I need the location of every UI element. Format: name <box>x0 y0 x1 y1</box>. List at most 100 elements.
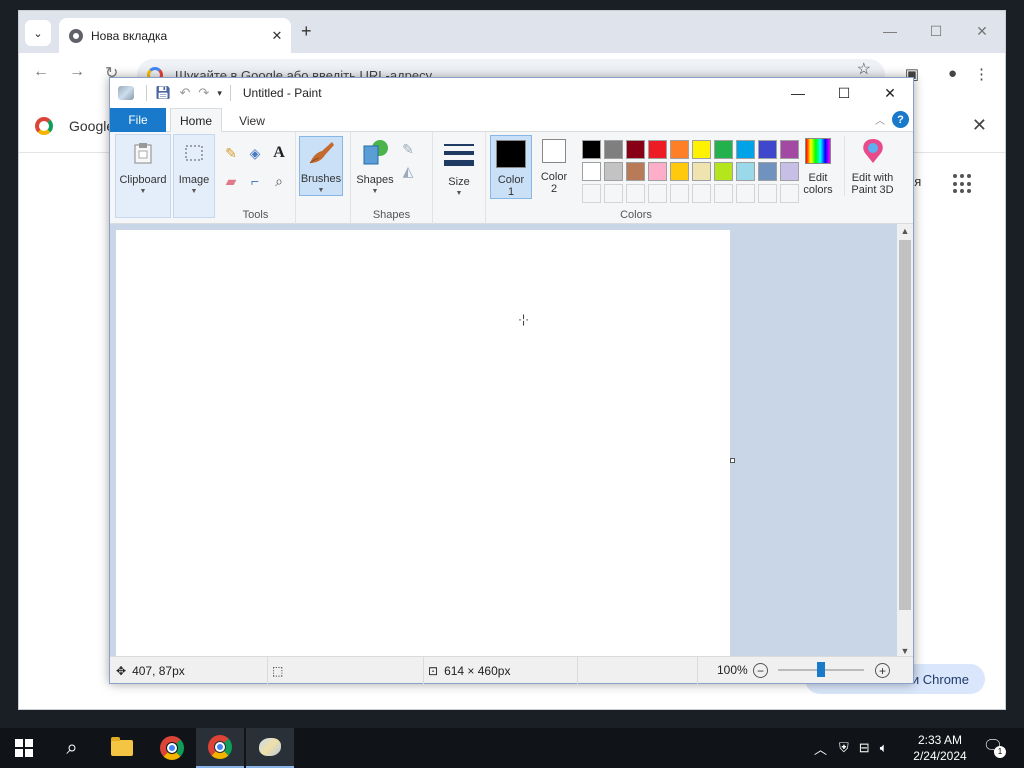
taskbar-file-explorer[interactable] <box>98 728 146 768</box>
security-icon[interactable]: ⛨ <box>839 740 849 756</box>
custom-color-slot[interactable] <box>692 184 711 203</box>
custom-color-slot[interactable] <box>780 184 799 203</box>
selection-icon: ⬚ <box>272 663 284 678</box>
start-button[interactable] <box>0 728 48 768</box>
palette-swatch[interactable] <box>692 162 711 181</box>
outline-icon[interactable]: ✎ <box>399 140 417 158</box>
canvas-area: ·¦· <box>110 224 899 658</box>
taskbar-chrome[interactable] <box>196 728 244 768</box>
close-icon[interactable]: ✕ <box>959 11 1005 51</box>
palette-swatch[interactable] <box>648 140 667 159</box>
paint-app-icon[interactable] <box>118 86 134 100</box>
profile-icon[interactable]: ● <box>948 65 957 82</box>
back-icon[interactable]: ← <box>33 63 49 81</box>
network-icon[interactable]: ⊟ <box>859 740 870 756</box>
forward-icon[interactable]: → <box>69 63 85 81</box>
text-icon[interactable]: A <box>270 144 288 162</box>
close-icon[interactable]: ✕ <box>867 78 913 108</box>
edit-colors-label-1: Edit <box>808 172 828 184</box>
file-tab[interactable]: File <box>110 108 166 132</box>
color-picker-icon[interactable]: ⌐ <box>246 172 264 190</box>
brushes-button[interactable]: Brushes ▼ <box>299 136 343 196</box>
help-icon[interactable]: ? <box>892 111 909 128</box>
pencil-icon[interactable]: ✎ <box>222 144 240 162</box>
image-button[interactable]: Image ▼ <box>174 138 214 198</box>
chrome-icon <box>208 735 232 759</box>
edit-colors-button[interactable]: Edit colors <box>798 136 838 196</box>
color2-button[interactable]: Color 2 <box>534 139 574 195</box>
chevron-down-icon: ▼ <box>371 188 379 195</box>
clipboard-button[interactable]: Clipboard ▼ <box>116 138 170 198</box>
shapes-button[interactable]: Shapes ▼ <box>355 138 395 198</box>
palette-swatch[interactable] <box>648 162 667 181</box>
chevron-up-icon[interactable]: ︿ <box>814 739 827 758</box>
bookmark-star-icon[interactable]: ☆ <box>857 59 871 79</box>
fill-icon[interactable]: ◈ <box>246 144 264 162</box>
taskbar-paint[interactable] <box>246 728 294 768</box>
scroll-up-icon[interactable]: ▲ <box>897 224 913 238</box>
view-tab[interactable]: View <box>232 108 272 133</box>
search-button[interactable]: ⌕ <box>48 728 96 768</box>
palette-swatch[interactable] <box>670 162 689 181</box>
custom-color-slot[interactable] <box>758 184 777 203</box>
clipboard-icon <box>128 138 158 168</box>
custom-color-slot[interactable] <box>714 184 733 203</box>
custom-color-slot[interactable] <box>736 184 755 203</box>
minimize-icon[interactable]: — <box>867 11 913 51</box>
maximize-icon[interactable]: ☐ <box>913 11 959 51</box>
custom-color-slot[interactable] <box>582 184 601 203</box>
palette-swatch[interactable] <box>736 140 755 159</box>
palette-swatch[interactable] <box>780 140 799 159</box>
palette-swatch[interactable] <box>692 140 711 159</box>
customize-qat-icon[interactable]: ▾ <box>217 88 222 99</box>
size-button[interactable]: Size ▼ <box>439 140 479 200</box>
magnifier-icon[interactable]: ⌕ <box>270 172 288 190</box>
resize-handle[interactable] <box>730 458 735 463</box>
custom-color-slot[interactable] <box>670 184 689 203</box>
apps-grid-icon[interactable] <box>953 174 973 194</box>
palette-swatch[interactable] <box>626 140 645 159</box>
taskbar-chrome-pinned[interactable] <box>148 728 196 768</box>
palette-swatch[interactable] <box>626 162 645 181</box>
zoom-slider-thumb[interactable] <box>817 662 825 677</box>
tab-search-button[interactable]: ⌄ <box>25 20 51 46</box>
custom-color-slot[interactable] <box>648 184 667 203</box>
palette-swatch[interactable] <box>780 162 799 181</box>
eraser-icon[interactable]: ▰ <box>222 172 240 190</box>
tab-close-icon[interactable]: ✕ <box>267 28 287 44</box>
palette-swatch[interactable] <box>714 162 733 181</box>
minimize-icon[interactable]: — <box>775 78 821 108</box>
scrollbar-thumb[interactable] <box>899 240 911 610</box>
palette-swatch[interactable] <box>714 140 733 159</box>
edit-paint3d-button[interactable]: Edit with Paint 3D <box>844 136 900 196</box>
color1-button[interactable]: Color 1 <box>490 135 532 199</box>
palette-swatch[interactable] <box>604 162 623 181</box>
chrome-tab[interactable]: Нова вкладка ✕ <box>59 18 291 53</box>
volume-icon[interactable]: 🔈︎ <box>880 740 888 756</box>
palette-swatch[interactable] <box>670 140 689 159</box>
palette-swatch[interactable] <box>758 162 777 181</box>
zoom-out-icon[interactable]: − <box>753 663 768 678</box>
palette-swatch[interactable] <box>758 140 777 159</box>
search-icon: ⌕ <box>66 736 78 759</box>
zoom-in-icon[interactable]: + <box>875 663 890 678</box>
custom-color-slot[interactable] <box>626 184 645 203</box>
palette-swatch[interactable] <box>736 162 755 181</box>
home-tab[interactable]: Home <box>170 108 222 133</box>
palette-swatch[interactable] <box>582 140 601 159</box>
new-tab-button[interactable]: + <box>301 21 312 42</box>
palette-swatch[interactable] <box>604 140 623 159</box>
drawing-canvas[interactable]: ·¦· <box>116 230 730 658</box>
undo-icon[interactable]: ↶ <box>180 85 191 101</box>
redo-icon[interactable]: ↷ <box>198 85 209 101</box>
infobar-close-icon[interactable]: ✕ <box>972 115 987 136</box>
clock[interactable]: 2:33 AM 2/24/2024 <box>906 732 974 764</box>
collapse-ribbon-icon[interactable]: ︿ <box>875 112 885 127</box>
custom-color-slot[interactable] <box>604 184 623 203</box>
palette-swatch[interactable] <box>582 162 601 181</box>
vertical-scrollbar[interactable]: ▲ ▼ <box>897 224 913 658</box>
maximize-icon[interactable]: ☐ <box>821 78 867 108</box>
menu-icon[interactable]: ⋮ <box>974 65 989 83</box>
shape-fill-icon[interactable]: ◭ <box>399 162 417 180</box>
save-icon[interactable]: 💾︎ <box>155 85 172 101</box>
